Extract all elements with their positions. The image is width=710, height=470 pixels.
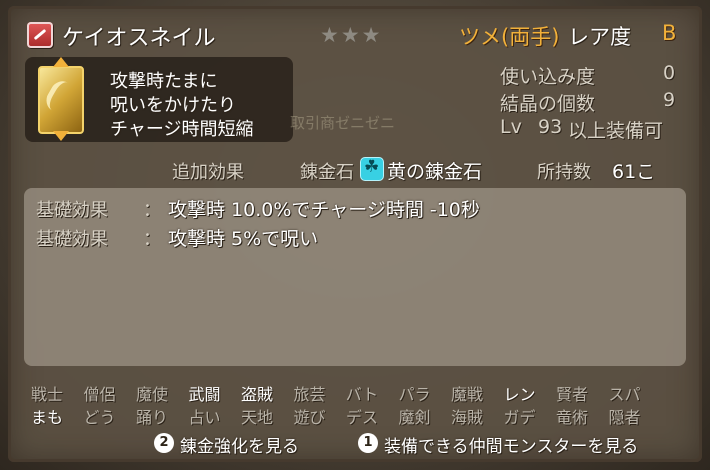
job-row1-1: 僧侶 bbox=[83, 385, 116, 404]
summary-line-3: チャージ時間短縮 bbox=[110, 119, 254, 140]
job-row2-1: どう bbox=[83, 408, 116, 427]
job-row2-7: 魔剣 bbox=[398, 408, 431, 427]
usage-label: 使い込み度 bbox=[500, 66, 596, 88]
job-row2-0: まも bbox=[30, 408, 63, 427]
effect-1-label: 基礎効果 bbox=[36, 200, 108, 221]
summary-line-2: 呪いをかけたり bbox=[110, 95, 236, 116]
stone-label: 錬金石 bbox=[300, 162, 354, 183]
rarity-value: B bbox=[662, 21, 677, 45]
weapon-category-icon bbox=[27, 22, 53, 48]
arrow-down-icon[interactable] bbox=[53, 131, 69, 141]
job-row1-0: 戦士 bbox=[30, 385, 63, 404]
owned-label: 所持数 bbox=[537, 162, 591, 183]
job-row2-11: 隠者 bbox=[608, 408, 641, 427]
job-row2-4: 天地 bbox=[240, 408, 273, 427]
job-row2-2: 踊り bbox=[135, 408, 168, 427]
job-row2-3: 占い bbox=[188, 408, 221, 427]
view-monsters-button[interactable]: 装備できる仲間モンスターを見る bbox=[384, 432, 638, 457]
level-label: Lv bbox=[500, 116, 522, 138]
job-row1-6: バト bbox=[345, 385, 379, 404]
rarity-label: レア度 bbox=[568, 25, 631, 49]
usage-value: 0 bbox=[663, 62, 676, 84]
job-row1-9: レン bbox=[503, 385, 536, 404]
job-row1-5: 旅芸 bbox=[293, 385, 326, 404]
star-rating: ★★★ bbox=[320, 23, 383, 47]
item-type: ツメ(両手) bbox=[459, 25, 560, 49]
claw-weapon-icon bbox=[38, 66, 84, 134]
job-row1-8: 魔戦 bbox=[450, 385, 483, 404]
job-row2-5: 遊び bbox=[293, 408, 326, 427]
job-row1-2: 魔使 bbox=[135, 385, 168, 404]
button-1-icon: 1 bbox=[358, 433, 378, 453]
crystal-value: 9 bbox=[663, 89, 676, 111]
effect-2-label: 基礎効果 bbox=[36, 229, 108, 250]
alchemy-stone-icon bbox=[360, 157, 384, 181]
extra-effect-label: 追加効果 bbox=[172, 162, 244, 183]
item-name: ケイオスネイル bbox=[62, 26, 216, 51]
job-row1-3: 武闘 bbox=[188, 385, 221, 404]
job-row2-9: ガデ bbox=[503, 408, 536, 427]
stone-name: 黄の錬金石 bbox=[387, 161, 483, 183]
job-row1-11: スパ bbox=[608, 385, 641, 404]
effect-2-text: 攻撃時 5%で呪い bbox=[168, 228, 319, 250]
arrow-up-icon[interactable] bbox=[53, 57, 69, 67]
button-2-icon: 2 bbox=[154, 433, 174, 453]
job-row1-10: 賢者 bbox=[555, 385, 588, 404]
owned-value: 61こ bbox=[612, 161, 656, 183]
job-row2-6: デス bbox=[345, 408, 378, 427]
summary-line-1: 攻撃時たまに bbox=[110, 71, 218, 92]
job-row1-7: パラ bbox=[398, 385, 431, 404]
effect-1-separator: ： bbox=[143, 200, 161, 221]
level-suffix: 以上装備可 bbox=[568, 120, 664, 142]
level-value: 93 bbox=[538, 116, 563, 138]
crystal-label: 結晶の個数 bbox=[500, 93, 596, 115]
view-alchemy-button[interactable]: 錬金強化を見る bbox=[180, 432, 299, 457]
effect-2-separator: ： bbox=[143, 229, 161, 250]
effect-1-text: 攻撃時 10.0%でチャージ時間 -10秒 bbox=[168, 199, 480, 221]
job-row2-8: 海賊 bbox=[450, 408, 483, 427]
job-row2-10: 竜術 bbox=[555, 408, 588, 427]
job-row1-4: 盗賊 bbox=[240, 385, 273, 404]
background-shop-sign: 取引商ゼニゼニ bbox=[290, 114, 396, 132]
